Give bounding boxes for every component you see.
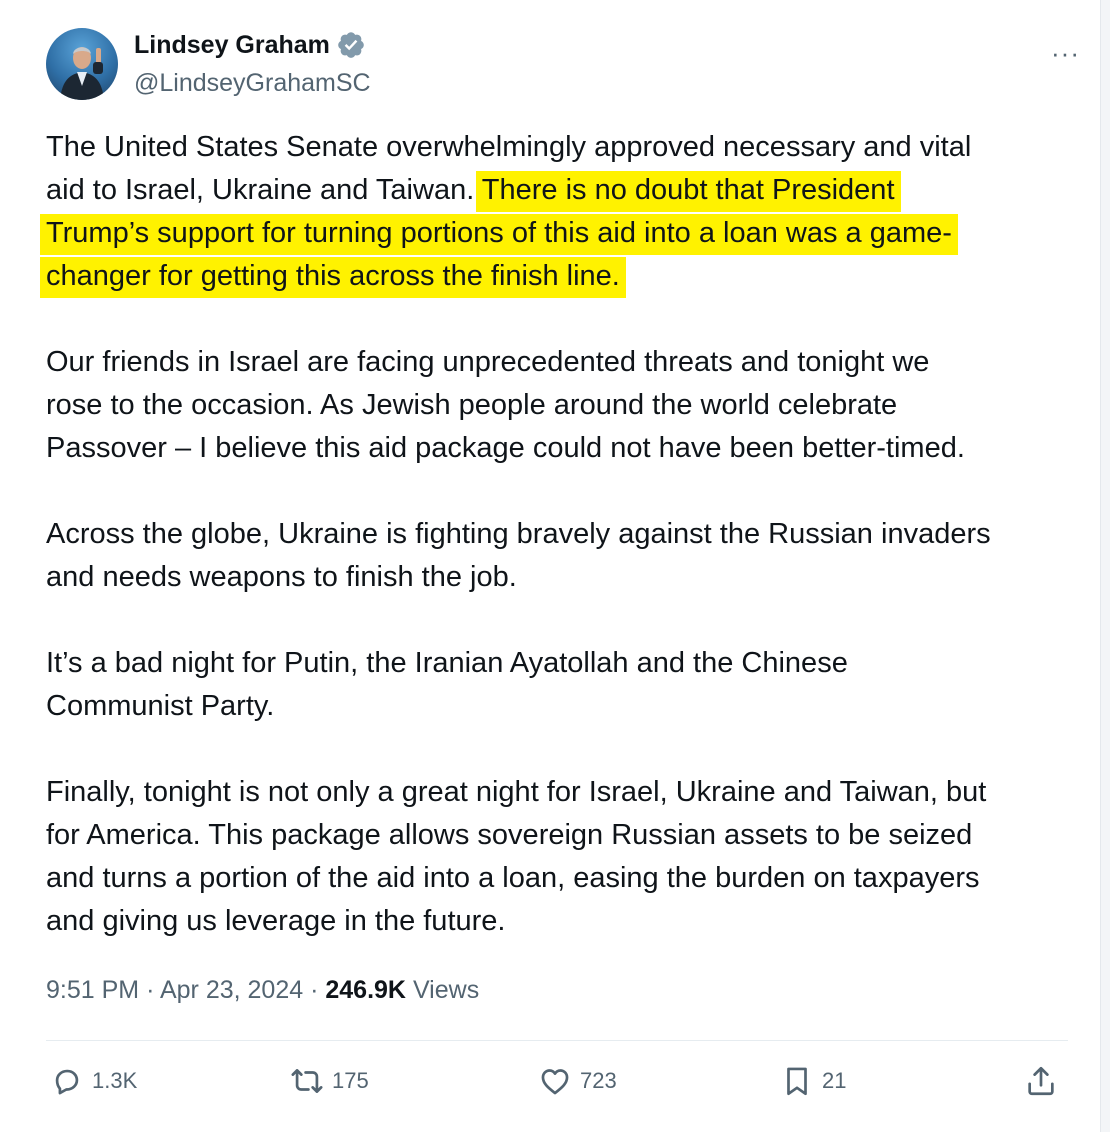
meta-separator: · (310, 976, 319, 1004)
avatar[interactable] (46, 28, 118, 100)
repost-icon (291, 1069, 323, 1093)
reply-icon (55, 1069, 79, 1095)
tweet-line: Passover – I believe this aid package co… (46, 427, 1076, 470)
tweet-paragraph: It’s a bad night for Putin, the Iranian … (46, 642, 1076, 728)
reply-count: 1.3K (92, 1068, 138, 1093)
tweet-paragraph: Across the globe, Ukraine is fighting br… (46, 513, 1076, 599)
repost-button[interactable]: 175 (290, 1064, 369, 1098)
tweet-text-span: and needs weapons to finish the job. (46, 561, 517, 593)
reply-button[interactable]: 1.3K (50, 1064, 137, 1098)
share-icon (1028, 1066, 1054, 1096)
repost-count: 175 (332, 1068, 369, 1093)
tweet-header: Lindsey Graham @LindseyGrahamSC ··· (46, 26, 1080, 106)
like-button[interactable]: 723 (538, 1064, 617, 1098)
tweet-date[interactable]: Apr 23, 2024 (160, 976, 303, 1004)
tweet-line: Across the globe, Ukraine is fighting br… (46, 513, 1076, 556)
bookmark-button[interactable]: 21 (780, 1064, 846, 1098)
more-options-icon[interactable]: ··· (1051, 38, 1080, 69)
author-handle[interactable]: @LindseyGrahamSC (134, 69, 371, 98)
tweet-line: and giving us leverage in the future. (46, 900, 1076, 943)
tweet-text-span: Passover – I believe this aid package co… (46, 432, 965, 464)
like-count: 723 (580, 1068, 617, 1093)
scrollbar-track (1100, 0, 1110, 1132)
share-button[interactable] (1024, 1064, 1066, 1098)
meta-separator: · (146, 976, 155, 1004)
tweet-text-span: Communist Party. (46, 690, 275, 722)
highlighted-text: Trump’s support for turning portions of … (46, 214, 952, 255)
verified-badge-icon (338, 32, 364, 58)
tweet-text-span: Finally, tonight is not only a great nig… (46, 776, 987, 808)
tweet-text-span: aid to Israel, Ukraine and Taiwan. (46, 174, 482, 206)
action-bar: 1.3K 175 723 21 (50, 1064, 1070, 1104)
highlighted-text: There is no doubt that President (481, 171, 895, 212)
like-icon (541, 1069, 569, 1095)
tweet-paragraph: Finally, tonight is not only a great nig… (46, 771, 1076, 943)
tweet-line: for America. This package allows soverei… (46, 814, 1076, 857)
tweet-line: Our friends in Israel are facing unprece… (46, 341, 1076, 384)
tweet-text: The United States Senate overwhelmingly … (46, 126, 1076, 943)
tweet-line: Finally, tonight is not only a great nig… (46, 771, 1076, 814)
highlighted-text: changer for getting this across the fini… (46, 257, 620, 298)
tweet-line: Communist Party. (46, 685, 1076, 728)
tweet-line: rose to the occasion. As Jewish people a… (46, 384, 1076, 427)
tweet-text-span: Across the globe, Ukraine is fighting br… (46, 518, 991, 550)
tweet-line: and turns a portion of the aid into a lo… (46, 857, 1076, 900)
author-name-row: Lindsey Graham (134, 30, 366, 60)
tweet-line: aid to Israel, Ukraine and Taiwan. There… (46, 169, 1076, 212)
tweet-text-span: rose to the occasion. As Jewish people a… (46, 389, 898, 421)
tweet-time[interactable]: 9:51 PM (46, 976, 139, 1004)
tweet-meta: 9:51 PM · Apr 23, 2024 · 246.9K Views (46, 976, 479, 1005)
views-label: Views (412, 976, 480, 1004)
tweet-paragraph: The United States Senate overwhelmingly … (46, 126, 1076, 298)
bookmark-icon (787, 1067, 807, 1096)
tweet-line: and needs weapons to finish the job. (46, 556, 1076, 599)
tweet-text-span: for America. This package allows soverei… (46, 819, 973, 851)
tweet-line: The United States Senate overwhelmingly … (46, 126, 1076, 169)
tweet-line: Trump’s support for turning portions of … (46, 212, 1076, 255)
tweet-line: changer for getting this across the fini… (46, 255, 1076, 298)
tweet-text-span: and turns a portion of the aid into a lo… (46, 862, 980, 894)
tweet-paragraph: Our friends in Israel are facing unprece… (46, 341, 1076, 470)
divider (46, 1040, 1068, 1041)
views-count: 246.9K (325, 976, 406, 1004)
author-name[interactable]: Lindsey Graham (134, 31, 330, 60)
bookmark-count: 21 (822, 1068, 847, 1093)
tweet-line: It’s a bad night for Putin, the Iranian … (46, 642, 1076, 685)
tweet-text-span: The United States Senate overwhelmingly … (46, 131, 972, 163)
tweet-text-span: and giving us leverage in the future. (46, 905, 506, 937)
tweet-text-span: It’s a bad night for Putin, the Iranian … (46, 647, 848, 679)
tweet-text-span: Our friends in Israel are facing unprece… (46, 346, 930, 378)
